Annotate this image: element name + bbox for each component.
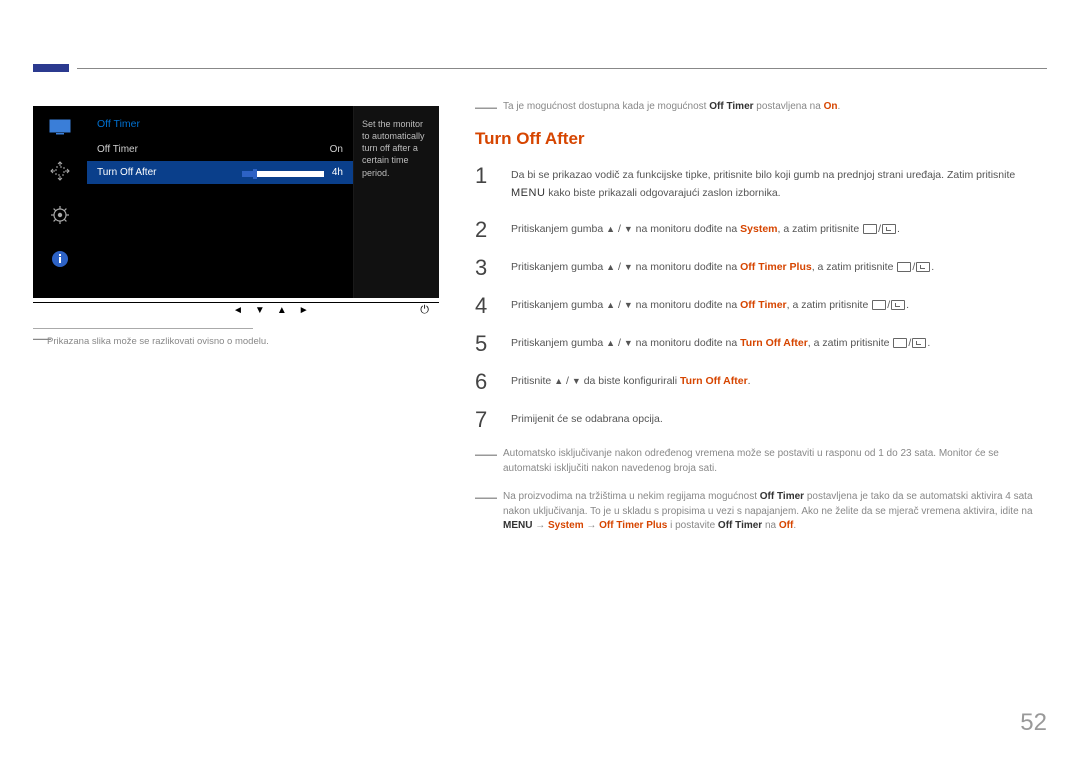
move-icon	[40, 154, 80, 188]
footnote-2: ― Na proizvodima na tržištima u nekim re…	[475, 490, 1047, 534]
header-accent	[33, 64, 69, 72]
step-2: 2 Pritiskanjem gumba ▲ / ▼ na monitoru d…	[475, 219, 1047, 241]
osd-menu-title: Off Timer	[87, 114, 353, 138]
up-arrow-icon: ▲	[606, 336, 615, 351]
enter-icon	[882, 224, 896, 234]
down-arrow-icon: ▼	[624, 336, 633, 351]
image-caption: ― Prikazana slika može se razlikovati ov…	[33, 336, 269, 347]
steps-list: 1 Da bi se prikazao vodič za funkcijske …	[475, 165, 1047, 432]
footnotes: ― Automatsko isključivanje nakon određen…	[475, 447, 1047, 534]
osd-row-label: Turn Off After	[97, 167, 156, 178]
osd-slider	[242, 171, 324, 177]
left-arrow-icon: ◄	[233, 305, 243, 316]
step-6: 6 Pritisnite ▲ / ▼ da biste konfiguriral…	[475, 371, 1047, 393]
up-arrow-icon: ▲	[606, 298, 615, 313]
down-arrow-icon: ▼	[572, 374, 581, 389]
osd-menu: Off Timer Off Timer On Turn Off After 4h	[87, 106, 353, 298]
step-7: 7 Primijenit će se odabrana opcija.	[475, 409, 1047, 431]
select-icon	[897, 262, 911, 272]
osd-row-value: 4h	[332, 167, 343, 178]
monitor-icon	[40, 110, 80, 144]
section-heading: Turn Off After	[475, 129, 1047, 149]
osd-row-turn-off-after: Turn Off After 4h	[87, 161, 353, 184]
osd-navbar: ◄ ▼ ▲ ► ⏻	[33, 302, 439, 318]
osd-screenshot: Off Timer Off Timer On Turn Off After 4h…	[33, 106, 439, 298]
enter-icon	[891, 300, 905, 310]
up-arrow-icon: ▲	[606, 260, 615, 275]
osd-row-value: On	[330, 144, 343, 155]
step-5: 5 Pritiskanjem gumba ▲ / ▼ na monitoru d…	[475, 333, 1047, 355]
osd-sidebar	[33, 106, 87, 298]
osd-row-off-timer: Off Timer On	[87, 138, 353, 161]
step-3: 3 Pritiskanjem gumba ▲ / ▼ na monitoru d…	[475, 257, 1047, 279]
availability-note: ― Ta je mogućnost dostupna kada je moguć…	[475, 100, 1047, 115]
osd-hint: Set the monitor to automatically turn of…	[353, 106, 439, 298]
menu-label: MENU	[511, 187, 545, 199]
osd-row-label: Off Timer	[97, 144, 138, 155]
enter-icon	[912, 338, 926, 348]
enter-icon	[916, 262, 930, 272]
power-icon: ⏻	[420, 304, 429, 317]
select-icon	[863, 224, 877, 234]
up-arrow-icon: ▲	[554, 374, 563, 389]
info-icon	[40, 242, 80, 276]
header-rule	[77, 68, 1047, 69]
right-arrow-icon: ►	[299, 305, 309, 316]
caption-rule	[33, 328, 253, 329]
select-icon	[872, 300, 886, 310]
down-arrow-icon: ▼	[624, 298, 633, 313]
up-arrow-icon: ▲	[277, 305, 287, 316]
select-icon	[893, 338, 907, 348]
footnote-1: ― Automatsko isključivanje nakon određen…	[475, 447, 1047, 476]
down-arrow-icon: ▼	[624, 222, 633, 237]
down-arrow-icon: ▼	[255, 305, 265, 316]
gear-icon	[40, 198, 80, 232]
osd-nav-arrows: ◄ ▼ ▲ ►	[233, 305, 309, 316]
up-arrow-icon: ▲	[606, 222, 615, 237]
main-content: ― Ta je mogućnost dostupna kada je moguć…	[475, 100, 1047, 548]
step-1: 1 Da bi se prikazao vodič za funkcijske …	[475, 165, 1047, 204]
step-4: 4 Pritiskanjem gumba ▲ / ▼ na monitoru d…	[475, 295, 1047, 317]
down-arrow-icon: ▼	[624, 260, 633, 275]
page-number: 52	[1020, 709, 1047, 737]
